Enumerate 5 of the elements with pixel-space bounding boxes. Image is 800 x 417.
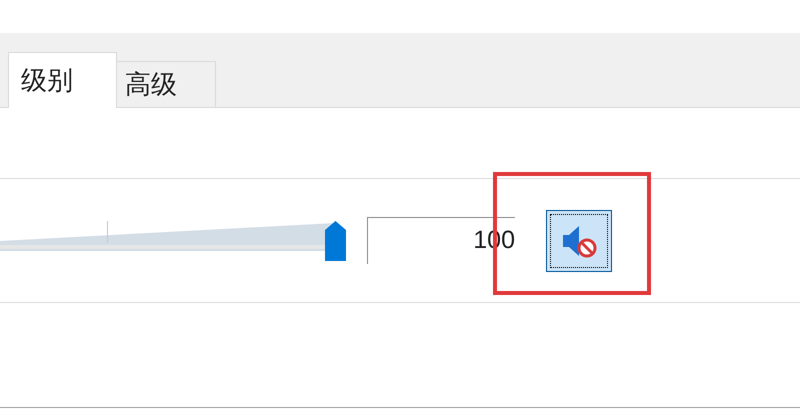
mute-button[interactable] xyxy=(546,210,612,272)
tab[interactable]: 级别 xyxy=(8,52,117,108)
slider-thumb[interactable] xyxy=(325,220,346,260)
volume-slider[interactable] xyxy=(0,220,346,260)
tab[interactable]: 高级 xyxy=(117,61,216,107)
